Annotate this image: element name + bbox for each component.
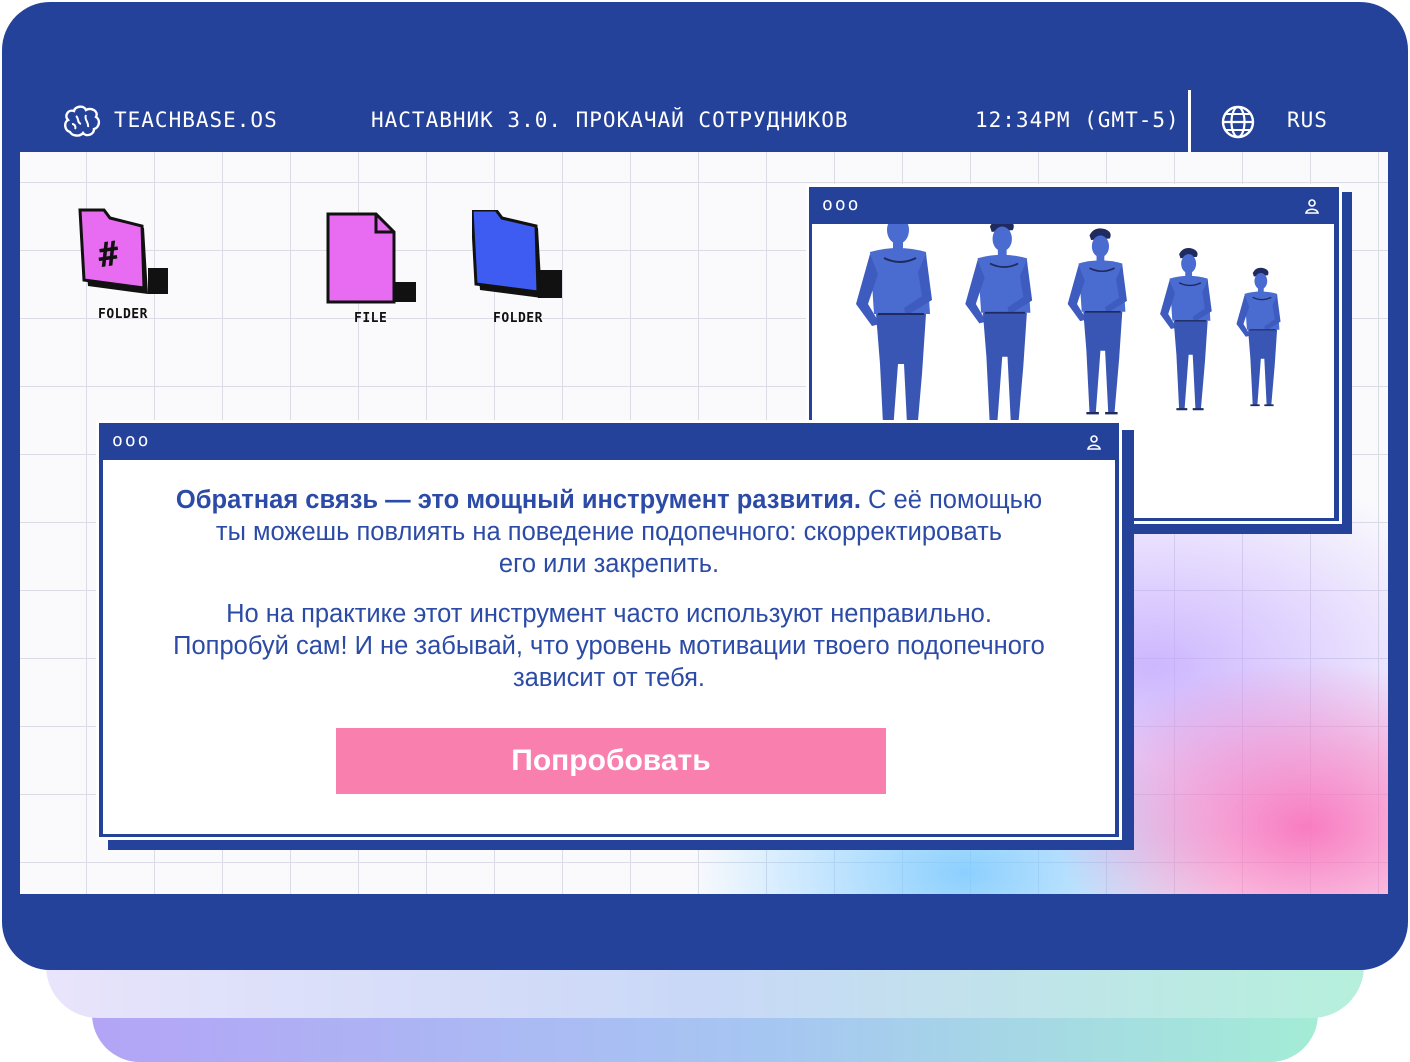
- language-selector[interactable]: RUS: [1287, 108, 1328, 132]
- top-bar: TEACHBASE.OS НАСТАВНИК 3.0. ПРОКАЧАЙ СОТ…: [20, 88, 1388, 152]
- user-icon[interactable]: [1086, 434, 1102, 450]
- person-figure: [1160, 248, 1212, 411]
- paragraph-1-line-1: Обратная связь — это мощный инструмент р…: [103, 484, 1115, 516]
- desktop-folder-2[interactable]: [470, 208, 568, 310]
- person-figure: [856, 224, 932, 446]
- brand-name: TEACHBASE.OS: [114, 108, 278, 132]
- file-icon: [326, 212, 416, 304]
- page-title: НАСТАВНИК 3.0. ПРОКАЧАЙ СОТРУДНИКОВ: [371, 108, 849, 132]
- try-button[interactable]: Попробовать: [336, 728, 886, 794]
- person-figure: [1067, 228, 1127, 415]
- clock: 12:34PM (GMT-5): [975, 108, 1180, 132]
- desktop-file[interactable]: [326, 212, 422, 312]
- globe-icon[interactable]: [1220, 104, 1256, 140]
- paragraph-2-line-1: Но на практике этот инструмент часто исп…: [226, 600, 992, 628]
- desktop-file-label: FILE: [354, 311, 388, 326]
- person-figure: [1236, 267, 1281, 407]
- paragraph-1-line-2: ты можешь повлиять на поведение подопечн…: [215, 518, 1003, 546]
- desktop-folder-2-label: FOLDER: [493, 311, 543, 326]
- paragraph-1-line-3: его или закрепить.: [498, 550, 720, 578]
- desktop-folder-1-label: FOLDER: [98, 307, 148, 322]
- person-figure: [965, 224, 1033, 429]
- paragraph-1-rest: С её помощью: [860, 486, 1043, 514]
- desktop-folder-1[interactable]: #: [78, 208, 174, 308]
- user-icon[interactable]: [1304, 198, 1320, 214]
- divider: [1188, 90, 1191, 152]
- brain-icon: [64, 105, 101, 137]
- paragraph-2-line-3: зависит от тебя.: [512, 664, 706, 692]
- window-controls[interactable]: ooo: [112, 430, 151, 451]
- paragraph-1-bold: Обратная связь — это мощный инструмент р…: [175, 486, 861, 514]
- folder-icon: [470, 208, 562, 298]
- window-controls[interactable]: ooo: [822, 194, 861, 215]
- paragraph-2-line-2: Попробуй сам! И не забывай, что уровень …: [173, 632, 1045, 660]
- folder-hash-icon: #: [78, 208, 168, 294]
